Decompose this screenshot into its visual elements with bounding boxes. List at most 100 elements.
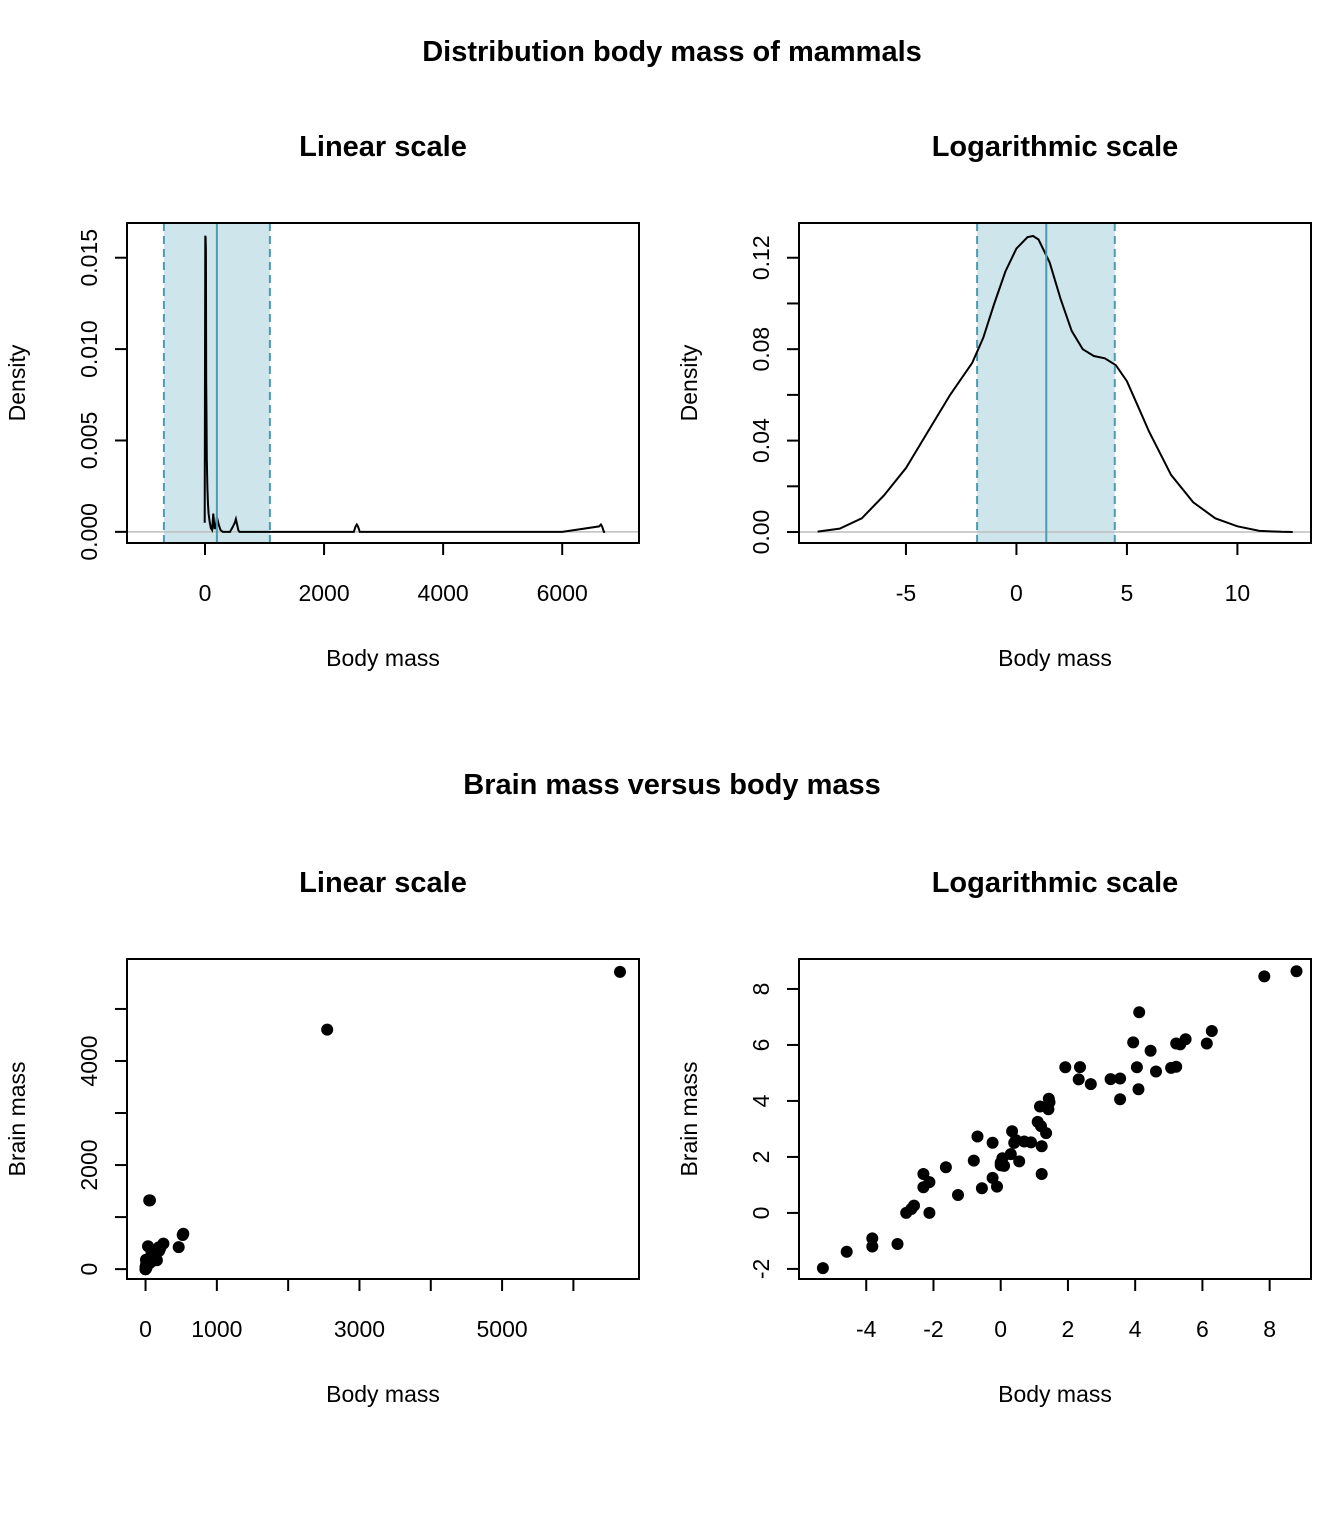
data-point [144,1194,156,1207]
data-point [975,1182,988,1195]
y-tick-label: 0.00 [748,510,774,555]
data-point [1132,1083,1145,1096]
panel-scatter-linear: Linear scale 0 1000 3000 5000 Body mass 0 2000 4… [4,867,640,1407]
x-tick-label: 5000 [477,1316,528,1342]
x-tick-label: 1000 [191,1316,242,1342]
data-point [952,1189,964,1201]
x-axis-label: Body mass [998,1381,1112,1407]
data-point [1290,965,1303,978]
panel-title: Logarithmic scale [932,867,1179,899]
panel-density-log: Logarithmic scale -5 0 5 10 Body mass 0.00 0.04… [676,131,1312,671]
x-tick-label: -2 [923,1316,943,1342]
x-axis-label: Body mass [326,1381,440,1407]
panel-title: Linear scale [299,131,467,163]
x-tick-label: 8 [1263,1316,1276,1342]
x-tick-label: 10 [1225,580,1251,606]
data-point [1040,1127,1053,1140]
data-point [177,1227,190,1240]
data-point [1205,1025,1218,1037]
panel-density-linear: Linear scale 0 2000 4000 6000 Body mass 0.000 0… [4,131,640,671]
data-point [1035,1140,1048,1153]
plot-frame [126,958,640,1280]
x-tick-label: 5 [1121,580,1134,606]
y-tick-label: 0.12 [748,235,774,280]
data-point [1114,1072,1127,1085]
data-point [1144,1044,1157,1057]
data-point [908,1199,920,1212]
data-point [1200,1037,1213,1050]
data-point [1035,1168,1048,1180]
data-point [998,1159,1011,1172]
data-point [1258,970,1271,983]
x-tick-label: 4 [1129,1316,1142,1342]
x-tick-label: 6000 [537,580,588,606]
y-tick-label: 0 [76,1263,102,1276]
x-tick-label: 0 [1010,580,1023,606]
x-tick-label: 2000 [298,580,349,606]
y-tick-label: 4000 [76,1035,102,1086]
x-tick-label: 2 [1062,1316,1075,1342]
data-point [1133,1006,1146,1019]
x-tick-label: -4 [856,1316,877,1342]
y-tick-label: 0 [748,1207,774,1220]
y-tick-label: 0.010 [76,320,102,378]
data-point [1130,1061,1143,1074]
x-tick-label: 0 [994,1316,1007,1342]
data-point [991,1180,1003,1193]
y-axis-label: Density [676,344,702,421]
x-axis-label: Body mass [998,645,1112,671]
data-point [986,1136,999,1149]
y-axis-label: Brain mass [676,1061,702,1176]
data-point [967,1154,980,1167]
y-tick-label: 0.000 [76,503,102,561]
y-tick-label: 0.015 [76,229,102,287]
data-point [614,965,626,978]
data-point [1013,1155,1026,1168]
data-point [1150,1065,1162,1078]
x-tick-label: 4000 [418,580,469,606]
y-tick-label: 6 [748,1039,774,1052]
data-point [1072,1073,1085,1086]
y-tick-label: 4 [748,1094,774,1107]
panel-title: Linear scale [299,867,467,899]
data-point [923,1206,936,1219]
x-tick-label: 3000 [334,1316,385,1342]
x-tick-label: 0 [199,580,212,606]
data-point [939,1161,952,1174]
data-point [840,1245,853,1258]
data-point [1043,1096,1056,1109]
data-point [971,1130,984,1143]
y-tick-label: -2 [748,1259,774,1279]
x-tick-label: 0 [139,1316,152,1342]
data-point [1074,1061,1086,1074]
data-point [1059,1061,1072,1074]
y-tick-label: 2 [748,1151,774,1164]
x-axis-label: Body mass [326,645,440,671]
figure-canvas: Linear scale0 2000 4000 6000Body mass0.0000… [4,131,1312,1407]
x-tick-label: -5 [896,580,916,606]
x-tick-label: 6 [1196,1316,1209,1342]
data-point [891,1238,904,1250]
data-point [1084,1078,1097,1091]
data-point [321,1023,334,1036]
data-point [1025,1136,1037,1149]
panel-title: Logarithmic scale [932,131,1179,163]
y-tick-label: 8 [748,983,774,996]
data-point [1179,1033,1192,1046]
data-point [816,1262,829,1275]
panel-scatter-log: Logarithmic scale -4 -2 0 2 4 6 8 Body mass -2 0 2 4… [676,867,1312,1407]
data-point [1114,1093,1127,1106]
y-tick-label: 0.005 [76,412,102,470]
y-tick-label: 2000 [76,1139,102,1190]
y-tick-label: 0.08 [748,327,774,372]
data-point [923,1176,936,1189]
data-point [139,1262,152,1275]
data-point [1127,1036,1140,1049]
data-point [1170,1060,1183,1073]
data-point [866,1240,879,1253]
plot-frame [798,958,1312,1280]
y-axis-label: Brain mass [4,1061,30,1176]
data-point [172,1241,185,1254]
y-tick-label: 0.04 [748,418,774,463]
y-axis-label: Density [4,344,30,421]
